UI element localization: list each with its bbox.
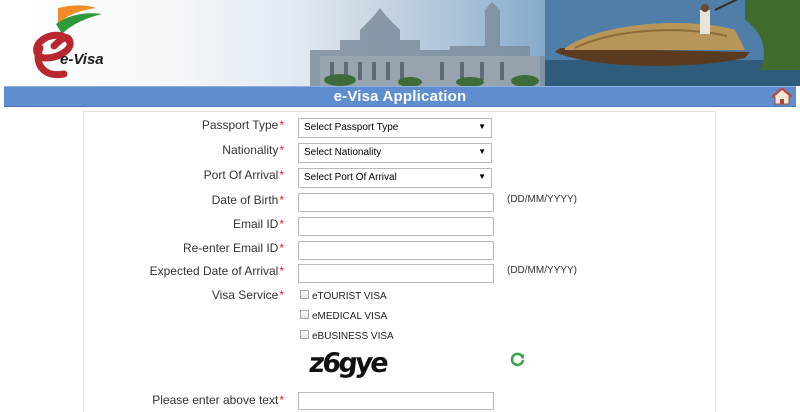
title-bar: e-Visa Application: [4, 86, 796, 107]
date-format-hint: (DD/MM/YYYY): [507, 265, 577, 276]
refresh-icon[interactable]: [509, 351, 526, 368]
nationality-label: Nationality*: [222, 143, 284, 157]
visa-option-ebusiness: eBUSINESS VISA: [300, 330, 394, 342]
houseboat-image: [545, 0, 800, 86]
expected-arrival-input[interactable]: [298, 264, 494, 283]
date-of-birth-input[interactable]: [298, 193, 494, 212]
passport-type-label: Passport Type*: [201, 118, 284, 132]
date-format-hint: (DD/MM/YYYY): [507, 194, 577, 205]
reenter-email-label: Re-enter Email ID*: [182, 241, 284, 255]
header-banner: e-Visa: [0, 0, 800, 86]
checkbox-icon[interactable]: [300, 310, 309, 319]
home-icon[interactable]: [772, 88, 792, 105]
dropdown-caret-icon: ▼: [478, 172, 486, 181]
parliament-skyline-image: [310, 2, 550, 86]
checkbox-icon[interactable]: [300, 330, 309, 339]
date-of-birth-label: Date of Birth*: [211, 193, 284, 207]
port-of-arrival-select[interactable]: Select Port Of Arrival ▼: [298, 168, 492, 188]
passport-type-select[interactable]: Select Passport Type ▼: [298, 118, 492, 138]
logo-text: e-Visa: [60, 51, 104, 68]
visa-option-etourist: eTOURIST VISA: [300, 290, 387, 302]
captcha-image: z6gye: [307, 348, 388, 379]
dropdown-caret-icon: ▼: [478, 122, 486, 131]
visa-option-emedical: eMEDICAL VISA: [300, 310, 387, 322]
checkbox-icon[interactable]: [300, 290, 309, 299]
captcha-label: Please enter above text*: [152, 393, 284, 407]
captcha-input[interactable]: [298, 392, 494, 410]
page-title: e-Visa Application: [333, 88, 467, 105]
email-input[interactable]: [298, 217, 494, 236]
port-of-arrival-label: Port Of Arrival*: [203, 168, 284, 182]
nationality-select[interactable]: Select Nationality ▼: [298, 143, 492, 163]
reenter-email-input[interactable]: [298, 241, 494, 260]
visa-service-label: Visa Service*: [211, 288, 284, 302]
email-label: Email ID*: [232, 217, 284, 231]
dropdown-caret-icon: ▼: [478, 147, 486, 156]
evisa-logo: e-Visa: [33, 5, 104, 79]
expected-arrival-label: Expected Date of Arrival*: [149, 264, 284, 278]
